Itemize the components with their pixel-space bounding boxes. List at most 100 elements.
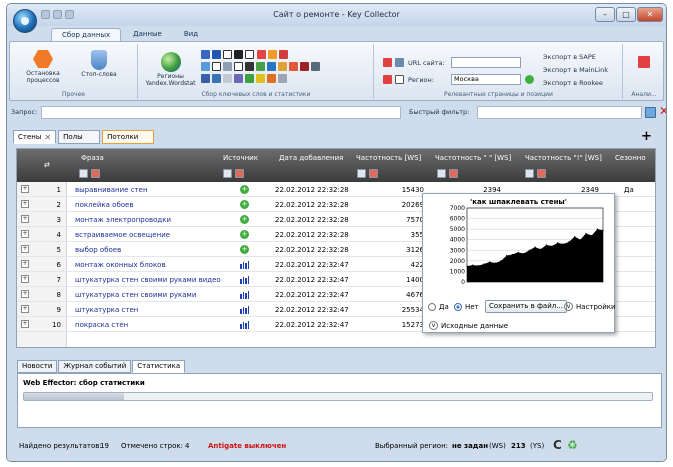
stop-words-button[interactable]: Стоп-слова xyxy=(74,50,124,78)
qat-settings-icon[interactable] xyxy=(65,10,74,19)
filter-icon[interactable] xyxy=(79,169,88,178)
phrase-cell[interactable]: монтаж оконных блоков xyxy=(75,261,166,269)
query-input[interactable] xyxy=(41,106,401,119)
phrase-cell[interactable]: выравнивание стен xyxy=(75,186,148,194)
freq-excl-filter-icons[interactable] xyxy=(525,169,546,178)
doc-tab-steny[interactable]: Стены ✕ xyxy=(13,130,57,144)
stop-processes-button[interactable]: Остановка процессов xyxy=(14,50,72,84)
expand-row-icon[interactable]: + xyxy=(21,320,29,328)
check-icon[interactable] xyxy=(256,62,265,71)
wordstat-icon[interactable] xyxy=(201,50,210,59)
phrase-cell[interactable]: выбор обоев xyxy=(75,246,121,254)
fire-icon[interactable] xyxy=(267,74,276,83)
clear-filter-icon[interactable]: ✕ xyxy=(659,104,666,118)
quick-filter-input[interactable] xyxy=(477,106,642,119)
header-source[interactable]: Источник xyxy=(223,154,258,162)
b-icon[interactable] xyxy=(201,74,210,83)
filter-icon[interactable] xyxy=(645,107,656,118)
qat-undo-icon[interactable] xyxy=(53,10,62,19)
table-icon[interactable] xyxy=(267,62,276,71)
s-icon[interactable] xyxy=(212,74,221,83)
book-icon[interactable] xyxy=(234,74,243,83)
tab-event-log[interactable]: Журнал событий xyxy=(58,360,132,373)
tab-vid[interactable]: Вид xyxy=(174,28,208,42)
sun-icon[interactable] xyxy=(268,50,277,59)
heart-icon[interactable] xyxy=(257,50,266,59)
freq-ws-filter-icons[interactable] xyxy=(357,169,378,178)
phrase-cell[interactable]: поклейка обоев xyxy=(75,201,133,209)
phrase-cell[interactable]: встраиваемое освещение xyxy=(75,231,170,239)
phrase-cell[interactable]: штукатурка стен своими руками видео xyxy=(75,276,221,284)
header-freq-excl[interactable]: Частотность "!" [WS] xyxy=(525,154,602,162)
expand-row-icon[interactable]: + xyxy=(21,305,29,313)
source-data-toggle[interactable]: v Исходные данные xyxy=(429,321,508,330)
url-input[interactable] xyxy=(451,57,521,68)
filter-icon[interactable] xyxy=(223,169,232,178)
phrase-cell[interactable]: монтаж электропроводки xyxy=(75,216,171,224)
li-icon[interactable] xyxy=(234,50,243,59)
analysis-icon[interactable] xyxy=(638,56,650,68)
sync-icon[interactable]: ♻ xyxy=(567,438,578,452)
refresh-icon[interactable] xyxy=(525,75,534,84)
calc-icon[interactable] xyxy=(311,62,320,71)
filter-icon[interactable] xyxy=(525,169,534,178)
qat-save-icon[interactable] xyxy=(41,10,50,19)
refresh-region-icon[interactable]: C xyxy=(553,438,562,452)
search-icon[interactable] xyxy=(201,62,210,71)
header-freq-ws[interactable]: Частотность [WS] xyxy=(356,154,421,162)
header-phrase[interactable]: Фраза xyxy=(81,154,104,162)
grid-icon[interactable] xyxy=(245,62,254,71)
url-icon[interactable] xyxy=(395,58,404,67)
stats-icon[interactable] xyxy=(212,50,221,59)
expand-row-icon[interactable]: + xyxy=(21,230,29,238)
r2-icon[interactable] xyxy=(234,62,243,71)
list-icon[interactable] xyxy=(223,62,232,71)
filter-icon[interactable] xyxy=(437,169,446,178)
tab-sbor-dannyh[interactable]: Сбор данных xyxy=(51,28,122,42)
r-icon[interactable] xyxy=(245,50,254,59)
expand-row-icon[interactable]: + xyxy=(21,215,29,223)
tab-statistics[interactable]: Статистика xyxy=(132,360,186,373)
minimize-button[interactable]: – xyxy=(595,7,615,22)
row-number-header-icon[interactable]: ⇄ xyxy=(44,161,50,169)
clear-icon[interactable] xyxy=(235,169,244,178)
star-icon[interactable] xyxy=(256,74,265,83)
keyboard-icon[interactable] xyxy=(223,74,232,83)
gear-icon[interactable] xyxy=(278,74,287,83)
close-button[interactable]: ✕ xyxy=(637,7,663,22)
save-to-file-button[interactable]: Сохранить в файл... xyxy=(485,300,567,313)
expand-row-icon[interactable]: + xyxy=(21,185,29,193)
ya-icon[interactable] xyxy=(279,50,288,59)
google-region-icon[interactable] xyxy=(395,75,404,84)
close-tab-icon[interactable]: ✕ xyxy=(44,133,51,142)
filter-icon[interactable] xyxy=(357,169,366,178)
mail-icon[interactable] xyxy=(300,62,309,71)
source-filter-icons[interactable] xyxy=(223,169,244,178)
dollar-icon[interactable] xyxy=(278,62,287,71)
app-menu-orb[interactable] xyxy=(13,9,37,33)
expand-row-icon[interactable]: + xyxy=(21,260,29,268)
phrase-cell[interactable]: покраска стен xyxy=(75,321,128,329)
expand-row-icon[interactable]: + xyxy=(21,275,29,283)
clear-icon[interactable] xyxy=(369,169,378,178)
export-sape-button[interactable]: Экспорт в SAPE xyxy=(543,53,596,61)
yandex-icon[interactable] xyxy=(383,58,392,67)
hand-icon[interactable] xyxy=(289,62,298,71)
header-freq-quote[interactable]: Частотность " " [WS] xyxy=(435,154,511,162)
phrase-cell[interactable]: штукатурка стен xyxy=(75,306,138,314)
google-icon[interactable] xyxy=(212,62,221,71)
g-icon[interactable] xyxy=(223,50,232,59)
export-rookee-button[interactable]: Экспорт в Rookee xyxy=(543,79,603,87)
tab-news[interactable]: Новости xyxy=(17,360,58,373)
tab-dannye[interactable]: Данные xyxy=(123,28,172,42)
opt-yes-radio[interactable]: Да xyxy=(428,303,449,311)
phrase-cell[interactable]: штукатурка стен своими руками xyxy=(75,291,196,299)
region-select[interactable]: Москва xyxy=(451,74,521,85)
settings-toggle[interactable]: v Настройки xyxy=(564,302,616,311)
header-date[interactable]: Дата добавления xyxy=(279,154,343,162)
opt-no-radio[interactable]: Нет xyxy=(454,303,479,311)
expand-row-icon[interactable]: + xyxy=(21,200,29,208)
doc-tab-poly[interactable]: Полы xyxy=(58,130,101,144)
pencil-icon[interactable] xyxy=(245,74,254,83)
phrase-filter-icons[interactable] xyxy=(79,169,100,178)
